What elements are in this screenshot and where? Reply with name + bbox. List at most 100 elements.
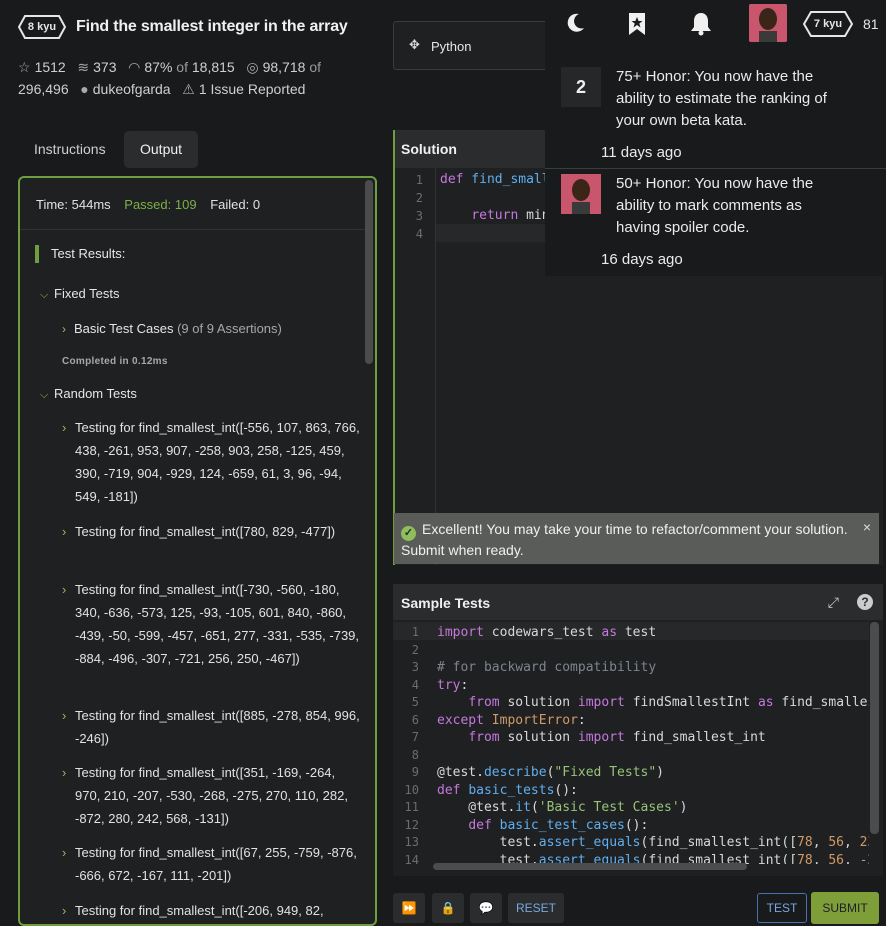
attempts-count: 296,496 xyxy=(18,81,69,97)
of-votes-label: of xyxy=(176,59,188,75)
random-test-text: Testing for find_smallest_int([-730, -56… xyxy=(75,582,360,666)
basic-test-cases-group[interactable]: › Basic Test Cases (9 of 9 Assertions) xyxy=(62,321,282,336)
random-test-item[interactable]: › Testing for find_smallest_int([67, 255,… xyxy=(62,841,362,887)
notification-date: 11 days ago xyxy=(601,144,682,161)
code-function-name: find_small xyxy=(463,172,550,187)
random-test-item[interactable]: › Testing for find_smallest_int([351, -16… xyxy=(62,761,362,830)
random-tests-group[interactable]: ⌵ Random Tests xyxy=(40,386,137,402)
user-icon: ● xyxy=(80,81,89,97)
bookmark-star-icon[interactable] xyxy=(627,12,647,36)
random-test-text: Testing for find_smallest_int([780, 829,… xyxy=(75,524,336,539)
chevron-right-icon: › xyxy=(62,708,67,723)
failed-label: Failed: 0 xyxy=(210,197,261,212)
python-icon: ✥ xyxy=(409,37,420,52)
random-test-item[interactable]: › Testing for find_smallest_int([-730, -5… xyxy=(62,578,362,670)
close-icon[interactable]: × xyxy=(863,518,871,536)
output-scrollbar[interactable] xyxy=(365,180,373,364)
basic-test-cases-label: Basic Test Cases xyxy=(74,321,174,336)
code-keyword: return xyxy=(471,208,519,223)
help-icon[interactable]: ? xyxy=(857,594,873,610)
honor-count[interactable]: 81 xyxy=(863,16,879,32)
chat-icon: 💬 xyxy=(478,901,494,915)
random-test-text: Testing for find_smallest_int([-206, 949… xyxy=(75,903,324,918)
line-number: 13 xyxy=(404,835,419,849)
expand-icon[interactable]: ⤢ xyxy=(828,594,839,611)
kata-rank-badge: 8 kyu xyxy=(18,15,66,39)
line-number: 6 xyxy=(411,712,419,727)
sample-horizontal-scrollbar[interactable] xyxy=(433,863,747,870)
line-number: 14 xyxy=(404,852,419,867)
time-label: Time: 544ms xyxy=(36,197,111,212)
language-selected: Python xyxy=(431,39,472,54)
of-attempts-label: of xyxy=(309,59,321,75)
test-button[interactable]: TEST xyxy=(757,893,807,923)
fixed-tests-group[interactable]: ⌵ Fixed Tests xyxy=(40,286,120,302)
tab-output[interactable]: Output xyxy=(124,131,199,168)
chevron-right-icon: › xyxy=(62,322,66,336)
line-number: 8 xyxy=(411,747,419,762)
discuss-button[interactable]: 💬 xyxy=(470,893,502,923)
success-banner: ✓ Excellent! You may take your time to re… xyxy=(394,513,879,564)
line-numbers: 1 2 3 4 5 6 7 8 9 10 11 12 13 14 xyxy=(393,624,419,869)
moon-icon[interactable] xyxy=(566,12,586,34)
target-icon: ◎ xyxy=(246,59,259,75)
line-number: 5 xyxy=(411,695,419,709)
avatar[interactable] xyxy=(749,4,787,42)
random-test-item[interactable]: › Testing for find_smallest_int([780, 829… xyxy=(62,520,362,543)
tab-instructions[interactable]: Instructions xyxy=(18,131,122,168)
random-test-item[interactable]: › Testing for find_smallest_int([-206, 94… xyxy=(62,899,362,922)
solution-code[interactable]: def find_small return min xyxy=(440,171,550,225)
random-test-text: Testing for find_smallest_int([-556, 107… xyxy=(75,420,360,504)
star-icon[interactable]: ☆ xyxy=(18,59,31,75)
gauge-icon: ◠ xyxy=(128,59,141,75)
kata-title[interactable]: Find the smallest integer in the array xyxy=(76,18,348,36)
sample-vertical-scrollbar[interactable] xyxy=(870,622,879,834)
line-number: 11 xyxy=(404,800,419,814)
completed-time: Completed in 0.12ms xyxy=(62,356,168,367)
fast-forward-button[interactable]: ⏩ xyxy=(393,893,425,923)
line-number: 3 xyxy=(415,209,423,223)
notification-badge: 2 xyxy=(561,67,601,107)
kata-rank-label: 8 kyu xyxy=(27,21,57,33)
line-number: 2 xyxy=(411,642,419,657)
user-rank-badge[interactable]: 7 kyu xyxy=(803,11,853,37)
kata-stats: ☆ 1512 ≋ 373 ◠ 87% of 18,815 ◎ 98,718 of 296… xyxy=(18,56,368,100)
notification-item[interactable]: 2 75+ Honor: You now have the ability to… xyxy=(545,60,886,168)
reset-button[interactable]: RESET xyxy=(508,893,564,923)
line-number: 4 xyxy=(411,677,419,692)
assertions-count: (9 of 9 Assertions) xyxy=(177,321,282,336)
language-select[interactable]: ✥ Python xyxy=(393,21,563,70)
lock-icon: 🔒 xyxy=(440,901,456,915)
code-keyword: def xyxy=(440,172,464,187)
line-number: 9 xyxy=(411,765,419,779)
random-test-text: Testing for find_smallest_int([351, -169… xyxy=(75,765,348,826)
sample-tests-heading: Sample Tests xyxy=(393,584,883,620)
chevron-right-icon: › xyxy=(62,903,67,918)
sample-tests-editor[interactable]: Sample Tests ⤢ ? 1 2 3 4 5 6 7 8 9 10 11… xyxy=(393,584,883,876)
line-number: 12 xyxy=(404,817,419,832)
warning-icon: ⚠ xyxy=(182,81,195,97)
bell-icon[interactable] xyxy=(690,12,712,36)
random-tests-label: Random Tests xyxy=(54,386,137,401)
submit-button[interactable]: SUBMIT xyxy=(811,892,879,924)
chevron-right-icon: › xyxy=(62,524,67,539)
chevron-right-icon: › xyxy=(62,582,67,597)
line-numbers: 1 2 3 4 xyxy=(395,171,423,243)
votes-count: 18,815 xyxy=(191,59,235,75)
author-link[interactable]: dukeofgarda xyxy=(93,81,171,97)
line-number: 10 xyxy=(404,782,419,797)
random-test-item[interactable]: › Testing for find_smallest_int([-556, 10… xyxy=(62,416,362,508)
random-test-item[interactable]: › Testing for find_smallest_int([885, -27… xyxy=(62,704,362,750)
check-circle-icon: ✓ xyxy=(401,526,416,541)
test-results-heading: Test Results: xyxy=(35,245,125,263)
collections-count: 373 xyxy=(93,59,117,75)
issues-link[interactable]: 1 Issue Reported xyxy=(199,81,306,97)
notification-text: 50+ Honor: You now have the ability to m… xyxy=(616,175,814,236)
sample-tests-code[interactable]: import codewars_test as test # for backw… xyxy=(437,624,869,864)
lock-button[interactable]: 🔒 xyxy=(432,893,464,923)
line-number: 2 xyxy=(415,191,423,205)
notification-item[interactable]: 50+ Honor: You now have the ability to m… xyxy=(545,169,886,276)
line-number: 1 xyxy=(415,173,423,187)
random-test-text: Testing for find_smallest_int([885, -278… xyxy=(75,708,360,746)
collections-icon: ≋ xyxy=(77,59,90,75)
